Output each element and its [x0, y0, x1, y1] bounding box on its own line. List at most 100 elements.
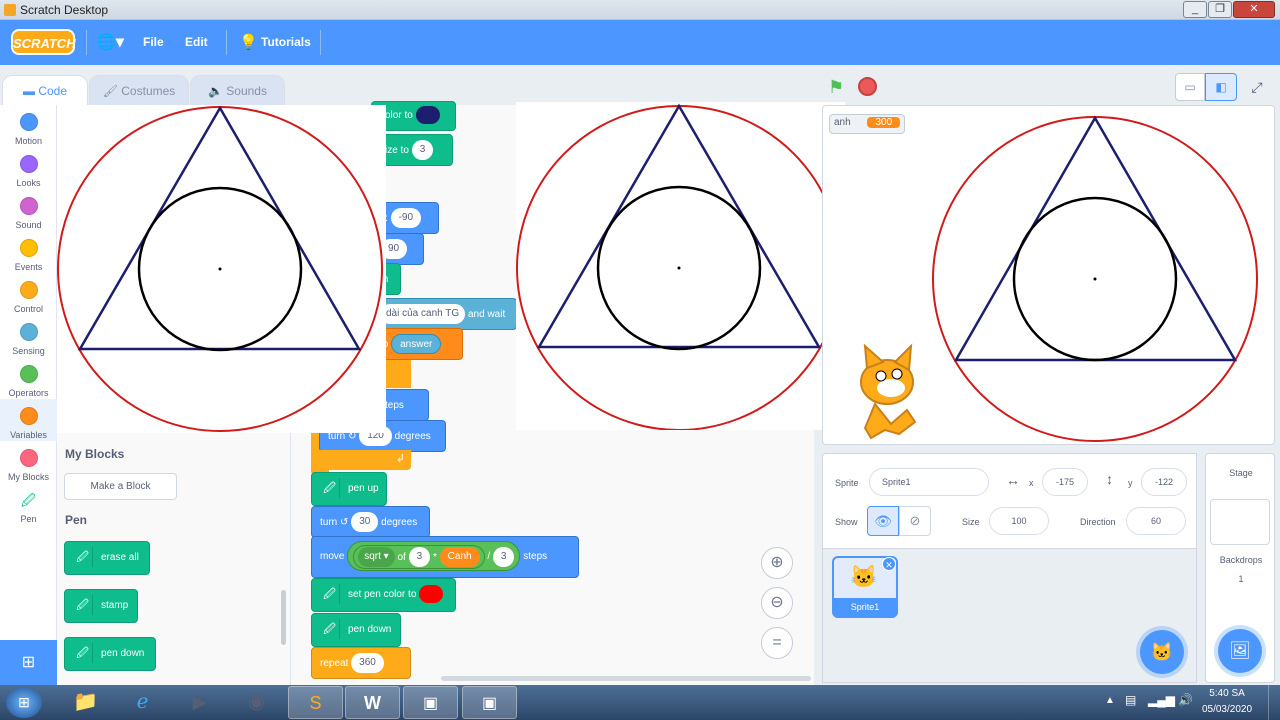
word-taskbar-icon[interactable]: W [345, 686, 400, 719]
category-variables[interactable]: Variables [0, 399, 57, 441]
menu-edit[interactable]: Edit [185, 20, 208, 65]
stop-icon[interactable] [858, 77, 877, 96]
move-sqrt-block[interactable]: move sqrt ▾ of 3 * Canh / 3 steps [311, 536, 579, 578]
language-globe-icon[interactable]: 🌐▾ [96, 20, 124, 65]
stamp-block[interactable]: 🖉 stamp [64, 589, 138, 623]
palette-scrollbar[interactable] [281, 590, 286, 645]
add-extension-button[interactable]: ⊞ [0, 640, 57, 685]
close-window-button[interactable]: ✕ [1233, 1, 1275, 18]
add-backdrop-icon[interactable]: 🖼 [1218, 629, 1262, 673]
tab-code-label: Code [38, 84, 68, 98]
tab-sounds[interactable]: 🔈 Sounds [190, 75, 285, 105]
menu-bar: SCRATCH 🌐▾ File Edit 💡 Tutorials [0, 20, 1280, 65]
start-button-icon[interactable]: ⊞ [6, 687, 42, 718]
zoom-reset-icon[interactable]: = [761, 627, 793, 659]
canh-variable-reporter[interactable]: Canh [439, 547, 480, 568]
tray-device-icon[interactable]: ▤ [1125, 693, 1136, 707]
clock-date[interactable]: 05/03/2020 [1196, 704, 1258, 715]
app-taskbar-icon[interactable]: ▣ [403, 686, 458, 719]
erase-all-block[interactable]: 🖉 erase all [64, 541, 150, 575]
network-icon[interactable]: ▂▄▆ [1148, 693, 1175, 707]
pen-extension-icon: 🖉 [19, 491, 38, 509]
workspace-scrollbar[interactable] [441, 676, 811, 681]
add-sprite-icon[interactable]: 🐱 [1140, 630, 1184, 674]
chrome-icon[interactable]: ◉ [229, 686, 284, 719]
sprite-thumbnail[interactable]: 🐱 Sprite1 ✕ [832, 556, 898, 618]
block-label: turn [320, 517, 338, 528]
green-flag-icon[interactable]: ⚑ [828, 77, 844, 98]
category-dot [19, 239, 38, 257]
direction-input[interactable]: 60 [1126, 507, 1186, 535]
block-label: pen down [348, 624, 392, 635]
sqrt-dropdown[interactable]: sqrt ▾ [358, 547, 395, 568]
stage-canvas[interactable]: anh 300 [822, 105, 1275, 445]
repeat-block[interactable]: repeat 360 [311, 647, 411, 679]
turn-input[interactable]: 30 [351, 512, 379, 533]
tray-arrow-icon[interactable]: ▲ [1105, 695, 1115, 706]
stage-thumbnail[interactable] [1210, 499, 1270, 545]
y-input[interactable]: -122 [1141, 468, 1187, 496]
category-events[interactable]: Events [0, 231, 57, 273]
category-my-blocks[interactable]: My Blocks [0, 441, 57, 483]
size-input[interactable]: 3 [411, 140, 434, 161]
file-explorer-icon[interactable]: 📁 [58, 686, 113, 719]
delete-sprite-icon[interactable]: ✕ [882, 557, 896, 571]
cat-sprite-icon[interactable] [845, 342, 935, 447]
set-pen-color-block[interactable]: 🖉 set pen color to [311, 578, 456, 612]
category-motion[interactable]: Motion [0, 105, 57, 147]
number-input[interactable]: 3 [408, 547, 431, 568]
menu-file[interactable]: File [143, 20, 164, 65]
category-label: Variables [10, 430, 47, 440]
tab-costumes-label: Costumes [121, 84, 176, 98]
make-block-button[interactable]: Make a Block [64, 473, 177, 500]
maximize-button[interactable]: ❐ [1208, 1, 1232, 18]
category-operators[interactable]: Operators [0, 357, 57, 399]
scratch-logo[interactable]: SCRATCH [11, 29, 76, 55]
divide-operator[interactable]: sqrt ▾ of 3 * Canh / 3 [347, 541, 521, 572]
tab-code[interactable]: ▬ Code [2, 75, 88, 106]
show-desktop-button[interactable] [1268, 685, 1280, 720]
stage-selector[interactable]: Stage Backdrops 1 🖼 [1205, 453, 1275, 683]
sprite-name-input[interactable]: Sprite1 [869, 468, 989, 496]
pen-up-block[interactable]: 🖉 pen up [311, 472, 387, 506]
category-looks[interactable]: Looks [0, 147, 57, 189]
pen-down-block[interactable]: 🖉 pen down [311, 613, 401, 647]
scratch-taskbar-icon[interactable]: S [288, 686, 343, 719]
repeat-input[interactable]: 360 [351, 653, 384, 674]
normal-stage-icon[interactable]: ◧ [1205, 73, 1237, 101]
clock-time[interactable]: 5:40 SA [1200, 688, 1254, 699]
color-swatch-red[interactable] [419, 585, 444, 604]
block-label: set pen color to [348, 589, 417, 600]
multiply-operator[interactable]: sqrt ▾ of 3 * Canh [353, 544, 485, 569]
menu-tutorials[interactable]: Tutorials [261, 20, 311, 65]
pen-down-block[interactable]: 🖉 pen down [64, 637, 156, 671]
small-stage-icon[interactable]: ▭ [1175, 73, 1205, 101]
stage-title: Stage [1229, 468, 1253, 478]
size-input[interactable]: 100 [989, 507, 1049, 535]
number-input[interactable]: 3 [492, 546, 515, 567]
category-sound[interactable]: Sound [0, 189, 57, 231]
ask-text-input[interactable]: dài của canh TG [380, 304, 466, 325]
hide-eye-icon[interactable]: ⊘ [899, 506, 931, 536]
minimize-button[interactable]: _ [1183, 1, 1207, 18]
tab-costumes[interactable]: 🖌 Costumes [89, 75, 189, 105]
fullscreen-icon[interactable]: ⤢ [1244, 73, 1270, 101]
show-eye-icon[interactable]: 👁 [867, 506, 899, 536]
turn-left-block[interactable]: turn ↺ 30 degrees [311, 506, 430, 538]
geometry-figure-2 [516, 102, 845, 431]
internet-explorer-icon[interactable]: ℯ [115, 686, 170, 719]
media-player-icon[interactable]: ▶ [172, 686, 227, 719]
x-input[interactable]: -175 [1042, 468, 1088, 496]
category-pen[interactable]: 🖉 Pen [0, 483, 57, 525]
answer-reporter[interactable]: answer [391, 334, 442, 355]
color-swatch-navy[interactable] [415, 106, 440, 125]
zoom-in-icon[interactable]: ⊕ [761, 547, 793, 579]
volume-icon[interactable]: 🔊 [1178, 693, 1193, 707]
equilateral-triangle [536, 103, 822, 349]
category-sensing[interactable]: Sensing [0, 315, 57, 357]
app-taskbar-icon-2[interactable]: ▣ [462, 686, 517, 719]
category-control[interactable]: Control [0, 273, 57, 315]
y-input[interactable]: -90 [390, 208, 422, 229]
ask-and-wait-block[interactable]: dài của canh TG and wait [371, 298, 517, 330]
zoom-out-icon[interactable]: ⊖ [761, 587, 793, 619]
